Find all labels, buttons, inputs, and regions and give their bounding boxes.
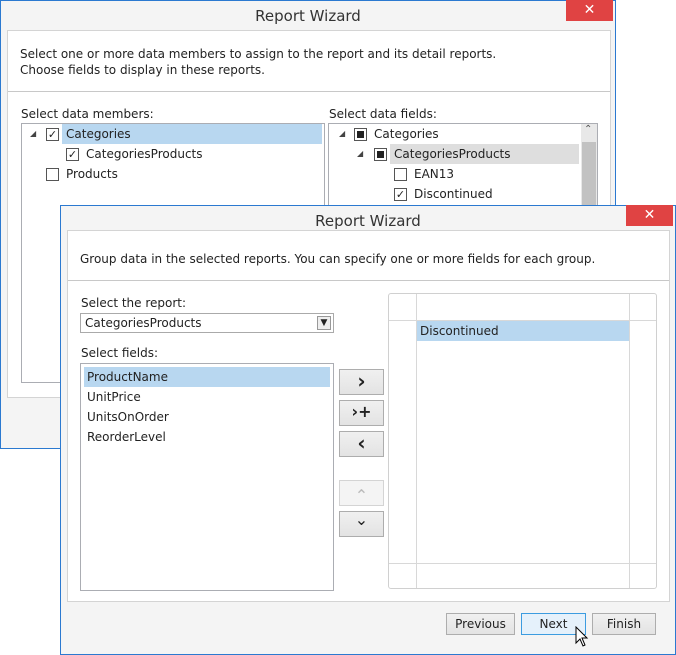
checkbox[interactable]: ✓	[46, 128, 59, 141]
scroll-up-icon[interactable]: ⌃	[584, 124, 592, 135]
tree-item[interactable]: Products	[66, 167, 118, 181]
report-label: Select the report:	[81, 296, 187, 310]
grid-line	[629, 294, 630, 588]
description: Select one or more data members to assig…	[20, 47, 497, 61]
checkbox[interactable]	[46, 168, 59, 181]
tree-item[interactable]: EAN13	[414, 167, 454, 181]
description: Choose fields to display in these report…	[20, 63, 265, 77]
tree-item[interactable]: Categories	[374, 127, 439, 141]
tree-item[interactable]: CategoriesProducts	[394, 147, 511, 161]
expand-icon[interactable]: ◢	[30, 129, 36, 138]
grid-line	[389, 563, 656, 564]
description: Group data in the selected reports. You …	[80, 252, 596, 266]
add-nested-group-button[interactable]: ›+	[339, 400, 384, 426]
group-item[interactable]: Discontinued	[417, 321, 629, 341]
finish-button[interactable]: Finish	[592, 613, 656, 635]
list-item[interactable]: UnitPrice	[84, 387, 330, 407]
checkbox[interactable]	[374, 148, 387, 161]
move-down-button[interactable]: ⌄	[339, 511, 384, 537]
close-button[interactable]: ✕	[566, 0, 613, 21]
checkbox[interactable]	[354, 128, 367, 141]
checkbox[interactable]: ✓	[394, 188, 407, 201]
list-item[interactable]: UnitsOnOrder	[84, 407, 330, 427]
fields-label: Select fields:	[81, 346, 159, 360]
fields-label: Select data fields:	[329, 107, 437, 121]
tree-item[interactable]: Discontinued	[414, 187, 493, 201]
checkbox[interactable]	[394, 168, 407, 181]
mouse-cursor-icon	[575, 626, 589, 647]
expand-icon[interactable]: ◢	[339, 129, 345, 138]
add-group-button[interactable]: ›	[339, 369, 384, 395]
list-item[interactable]: ProductName	[84, 367, 330, 387]
close-button[interactable]: ✕	[626, 205, 673, 226]
expand-icon[interactable]: ◢	[357, 149, 363, 158]
remove-group-button[interactable]: ‹	[339, 431, 384, 457]
window-title: Report Wizard	[255, 7, 361, 25]
divider	[68, 280, 669, 281]
members-label: Select data members:	[21, 107, 154, 121]
tree-item[interactable]: Categories	[66, 127, 131, 141]
checkbox[interactable]: ✓	[66, 148, 79, 161]
list-item[interactable]: ReorderLevel	[84, 427, 330, 447]
move-up-button[interactable]: ⌃	[339, 480, 384, 506]
tree-item[interactable]: CategoriesProducts	[86, 147, 203, 161]
front-wizard-window: Report Wizard ✕ Group data in the select…	[60, 205, 676, 655]
previous-button[interactable]: Previous	[446, 613, 515, 635]
fields-list: ProductName UnitPrice UnitsOnOrder Reord…	[80, 363, 334, 591]
report-select[interactable]: CategoriesProducts ▼	[80, 313, 334, 333]
chevron-down-icon[interactable]: ▼	[317, 316, 331, 330]
report-value: CategoriesProducts	[85, 316, 202, 330]
groups-grid: Discontinued	[388, 293, 657, 589]
divider	[8, 91, 610, 92]
